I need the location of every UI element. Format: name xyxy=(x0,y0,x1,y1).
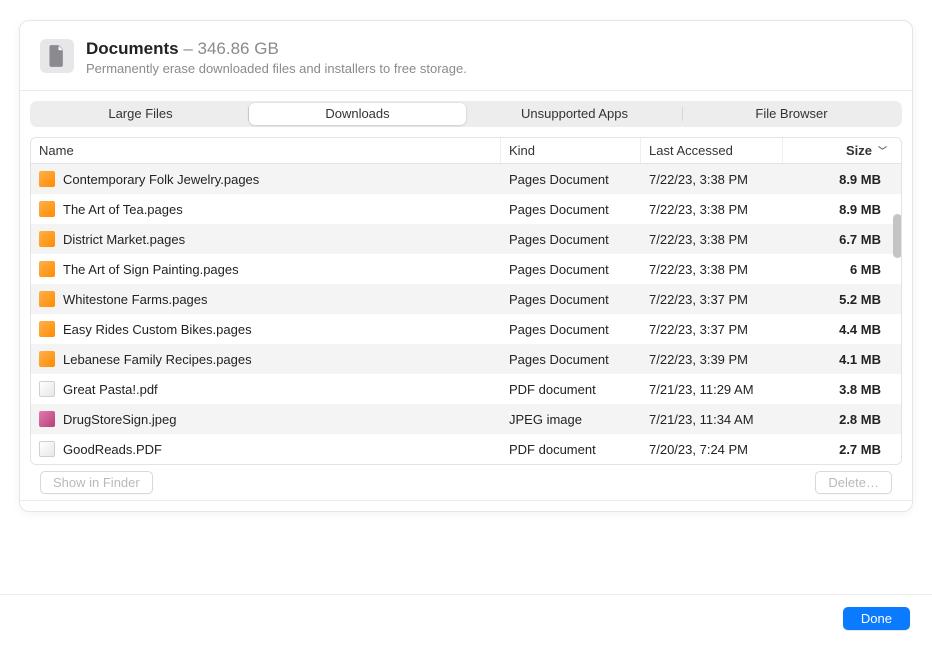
table-body: Contemporary Folk Jewelry.pages Pages Doc… xyxy=(31,164,901,464)
file-type-icon xyxy=(39,261,55,277)
files-table: Name Kind Last Accessed Size ﹀ Contempor… xyxy=(30,137,902,465)
file-kind: Pages Document xyxy=(501,352,641,367)
delete-button[interactable]: Delete… xyxy=(815,471,892,494)
panel-header: Documents – 346.86 GB Permanently erase … xyxy=(20,21,912,90)
panel-size: – 346.86 GB xyxy=(183,39,278,58)
file-kind: PDF document xyxy=(501,442,641,457)
file-accessed: 7/22/23, 3:37 PM xyxy=(641,292,783,307)
file-name: District Market.pages xyxy=(63,232,185,247)
file-size: 2.8 MB xyxy=(783,412,901,427)
file-kind: Pages Document xyxy=(501,172,641,187)
file-accessed: 7/22/23, 3:38 PM xyxy=(641,202,783,217)
table-row[interactable]: Whitestone Farms.pages Pages Document7/22… xyxy=(31,284,901,314)
file-name: The Art of Sign Painting.pages xyxy=(63,262,239,277)
file-type-icon xyxy=(39,201,55,217)
file-name: DrugStoreSign.jpeg xyxy=(63,412,176,427)
done-button[interactable]: Done xyxy=(843,607,910,630)
file-size: 8.9 MB xyxy=(783,202,901,217)
file-name: Lebanese Family Recipes.pages xyxy=(63,352,252,367)
panel-title: Documents xyxy=(86,39,179,58)
table-row[interactable]: The Art of Tea.pages Pages Document7/22/2… xyxy=(31,194,901,224)
file-kind: Pages Document xyxy=(501,232,641,247)
file-type-icon xyxy=(39,291,55,307)
file-type-icon xyxy=(39,381,55,397)
view-segmented-control: Large FilesDownloadsUnsupported AppsFile… xyxy=(30,101,902,127)
storage-panel: Documents – 346.86 GB Permanently erase … xyxy=(19,20,913,512)
file-size: 8.9 MB xyxy=(783,172,901,187)
file-accessed: 7/22/23, 3:37 PM xyxy=(641,322,783,337)
file-size: 4.1 MB xyxy=(783,352,901,367)
scrollbar-thumb[interactable] xyxy=(893,214,902,258)
tab-unsupported-apps[interactable]: Unsupported Apps xyxy=(466,103,683,125)
tab-large-files[interactable]: Large Files xyxy=(32,103,249,125)
table-row[interactable]: Lebanese Family Recipes.pages Pages Docum… xyxy=(31,344,901,374)
file-kind: JPEG image xyxy=(501,412,641,427)
file-accessed: 7/22/23, 3:38 PM xyxy=(641,262,783,277)
table-row[interactable]: The Art of Sign Painting.pages Pages Docu… xyxy=(31,254,901,284)
file-accessed: 7/22/23, 3:39 PM xyxy=(641,352,783,367)
file-type-icon xyxy=(39,351,55,367)
panel-subtitle: Permanently erase downloaded files and i… xyxy=(86,61,467,76)
file-kind: Pages Document xyxy=(501,262,641,277)
column-header-accessed[interactable]: Last Accessed xyxy=(641,138,783,163)
column-header-name[interactable]: Name xyxy=(31,138,501,163)
table-row[interactable]: District Market.pages Pages Document7/22/… xyxy=(31,224,901,254)
documents-icon xyxy=(40,39,74,73)
file-accessed: 7/21/23, 11:29 AM xyxy=(641,382,783,397)
file-kind: Pages Document xyxy=(501,292,641,307)
panel-title-line: Documents – 346.86 GB xyxy=(86,39,467,59)
file-name: Whitestone Farms.pages xyxy=(63,292,208,307)
sort-descending-icon: ﹀ xyxy=(878,144,887,157)
table-row[interactable]: Great Pasta!.pdf PDF document7/21/23, 11:… xyxy=(31,374,901,404)
file-type-icon xyxy=(39,321,55,337)
table-header: Name Kind Last Accessed Size ﹀ xyxy=(31,138,901,164)
file-name: Great Pasta!.pdf xyxy=(63,382,158,397)
dialog-footer: Done xyxy=(0,594,932,630)
file-type-icon xyxy=(39,171,55,187)
tab-downloads[interactable]: Downloads xyxy=(249,103,466,125)
file-name: The Art of Tea.pages xyxy=(63,202,183,217)
file-size: 2.7 MB xyxy=(783,442,901,457)
column-header-size[interactable]: Size ﹀ xyxy=(783,138,901,163)
table-row[interactable]: Contemporary Folk Jewelry.pages Pages Doc… xyxy=(31,164,901,194)
file-accessed: 7/22/23, 3:38 PM xyxy=(641,172,783,187)
table-row[interactable]: GoodReads.PDF PDF document7/20/23, 7:24 P… xyxy=(31,434,901,464)
tab-file-browser[interactable]: File Browser xyxy=(683,103,900,125)
column-header-kind[interactable]: Kind xyxy=(501,138,641,163)
file-size: 6 MB xyxy=(783,262,901,277)
file-size: 6.7 MB xyxy=(783,232,901,247)
file-size: 4.4 MB xyxy=(783,322,901,337)
file-name: GoodReads.PDF xyxy=(63,442,162,457)
file-accessed: 7/22/23, 3:38 PM xyxy=(641,232,783,247)
file-size: 5.2 MB xyxy=(783,292,901,307)
table-row[interactable]: Easy Rides Custom Bikes.pages Pages Docum… xyxy=(31,314,901,344)
file-name: Contemporary Folk Jewelry.pages xyxy=(63,172,259,187)
file-type-icon xyxy=(39,231,55,247)
file-accessed: 7/21/23, 11:34 AM xyxy=(641,412,783,427)
file-size: 3.8 MB xyxy=(783,382,901,397)
file-type-icon xyxy=(39,411,55,427)
file-type-icon xyxy=(39,441,55,457)
table-row[interactable]: DrugStoreSign.jpeg JPEG image7/21/23, 11:… xyxy=(31,404,901,434)
file-accessed: 7/20/23, 7:24 PM xyxy=(641,442,783,457)
file-kind: PDF document xyxy=(501,382,641,397)
file-kind: Pages Document xyxy=(501,322,641,337)
file-name: Easy Rides Custom Bikes.pages xyxy=(63,322,252,337)
show-in-finder-button[interactable]: Show in Finder xyxy=(40,471,153,494)
file-kind: Pages Document xyxy=(501,202,641,217)
